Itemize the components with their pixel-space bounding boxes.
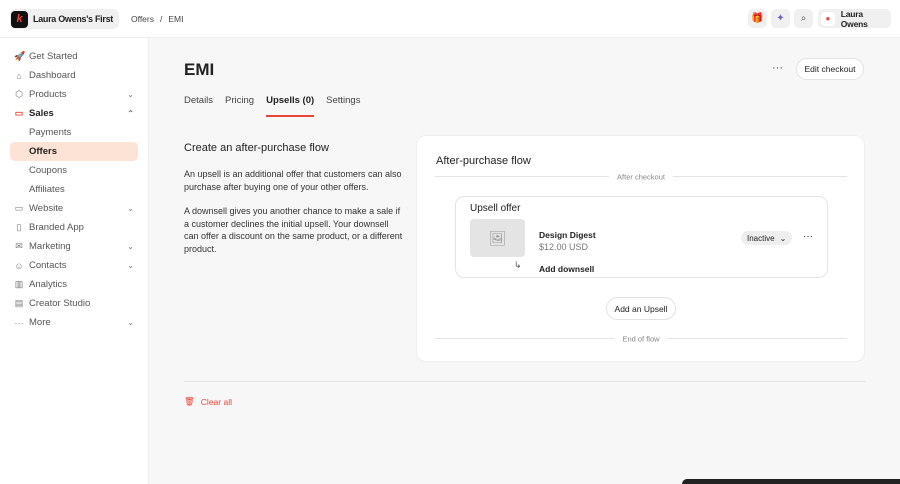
- sidebar-item-branded-app[interactable]: ▯ Branded App: [0, 218, 148, 237]
- sidebar-item-sales[interactable]: ▭ Sales ⌃: [0, 104, 148, 123]
- sidebar-item-contacts[interactable]: ☺ Contacts ⌄: [0, 256, 148, 275]
- sidebar-item-label: More: [29, 317, 51, 328]
- search-icon[interactable]: ⌕: [794, 9, 813, 28]
- workspace-name: Laura Owens's First: [33, 14, 113, 24]
- sidebar-item-label: Products: [29, 89, 67, 100]
- more-options-icon[interactable]: ···: [772, 62, 783, 74]
- sidebar-item-label: Payments: [29, 127, 72, 138]
- sidebar-item-offers[interactable]: Offers: [10, 142, 138, 161]
- sidebar-item-label: Offers: [29, 146, 57, 157]
- upsell-description: An upsell is an additional offer that cu…: [184, 169, 402, 192]
- sidebar-item-label: Website: [29, 203, 64, 214]
- image-placeholder-icon: 🖼: [470, 219, 525, 257]
- edit-checkout-button[interactable]: Edit checkout: [796, 58, 864, 80]
- breadcrumb-current: EMI: [168, 14, 184, 24]
- sidebar-item-get-started[interactable]: 🚀 Get Started: [0, 47, 148, 66]
- calendar-icon: ▤: [14, 298, 24, 308]
- gift-icon[interactable]: 🎁: [748, 9, 767, 28]
- sidebar-item-label: Sales: [29, 108, 54, 119]
- tab-pricing[interactable]: Pricing: [225, 95, 254, 117]
- sidebar-item-more[interactable]: ··· More ⌄: [0, 313, 148, 332]
- chevron-icon[interactable]: ⌄: [127, 318, 134, 327]
- status-dropdown[interactable]: Inactive ⌄: [741, 231, 793, 245]
- breadcrumb-offers[interactable]: Offers: [131, 14, 154, 24]
- user-name: Laura Owens: [840, 8, 868, 29]
- workspace-switcher[interactable]: k Laura Owens's First: [10, 9, 119, 29]
- sidebar-item-label: Analytics: [29, 279, 68, 290]
- tab-details[interactable]: Details: [184, 95, 213, 117]
- sidebar-item-affiliates[interactable]: Affiliates: [0, 180, 148, 199]
- brand-logo: k: [11, 10, 28, 28]
- chevron-icon[interactable]: ⌄: [127, 242, 134, 251]
- user-menu[interactable]: ● Laura Owens: [818, 8, 891, 29]
- chevron-down-icon: ⌄: [779, 233, 787, 243]
- users-icon: ☺: [14, 260, 24, 271]
- breadcrumb: Offers / EMI: [131, 14, 184, 24]
- sidebar-item-marketing[interactable]: ✉ Marketing ⌄: [0, 237, 148, 256]
- sidebar-item-coupons[interactable]: Coupons: [0, 161, 148, 180]
- phone-icon: ▯: [16, 222, 22, 232]
- rocket-icon: 🚀: [14, 51, 26, 61]
- monitor-icon: ▭: [14, 203, 24, 213]
- sidebar-item-label: Get Started: [29, 51, 78, 62]
- downsell-description: A downsell gives you another chance to m…: [184, 206, 403, 254]
- tabs: Details Pricing Upsells (0) Settings: [184, 95, 360, 117]
- add-downsell-button[interactable]: Add downsell: [539, 264, 594, 274]
- after-checkout-label: After checkout: [609, 172, 673, 182]
- arrow-return-icon: ↳: [514, 260, 522, 270]
- upsell-offer-title: Upsell offer: [470, 203, 521, 214]
- sidebar-item-label: Dashboard: [29, 70, 76, 81]
- chevron-icon[interactable]: ⌃: [127, 109, 134, 118]
- home-icon: ⌂: [16, 70, 22, 81]
- sidebar: 🚀 Get Started ⌂ Dashboard ⬡ Products ⌄ ▭ Sales ⌃ P…: [0, 38, 149, 484]
- status-label: Inactive: [747, 233, 775, 243]
- user-icon: ●: [821, 11, 835, 26]
- chevron-icon[interactable]: ⌄: [127, 204, 134, 213]
- chevron-icon[interactable]: ⌄: [127, 90, 134, 99]
- end-of-flow-divider: End of flow: [435, 334, 847, 344]
- upsell-more-icon[interactable]: ···: [803, 231, 813, 242]
- box-icon: ⬡: [15, 89, 23, 99]
- dots-icon: ···: [14, 317, 24, 328]
- divider: [184, 381, 866, 382]
- sidebar-item-label: Branded App: [29, 222, 84, 233]
- clear-all-label: Clear all: [200, 396, 232, 407]
- upsell-offer-card: Upsell offer 🖼 ↳ Design Digest $12.00 US…: [455, 196, 828, 278]
- sidebar-item-label: Marketing: [29, 241, 71, 252]
- tab-upsells[interactable]: Upsells (0): [266, 95, 315, 117]
- breadcrumb-separator: /: [160, 14, 163, 24]
- info-heading: Create an after-purchase flow: [184, 142, 329, 154]
- sidebar-item-label: Affiliates: [29, 184, 65, 195]
- mail-icon: ✉: [15, 241, 23, 251]
- sidebar-item-label: Coupons: [29, 165, 68, 176]
- flow-card: After-purchase flow After checkout Upsel…: [416, 135, 865, 362]
- sidebar-item-label: Contacts: [29, 260, 67, 271]
- tab-settings[interactable]: Settings: [326, 95, 360, 117]
- sidebar-item-label: Creator Studio: [29, 298, 91, 309]
- sidebar-item-products[interactable]: ⬡ Products ⌄: [0, 85, 148, 104]
- top-bar: k Laura Owens's First Offers / EMI 🎁 ✦ ⌕ ●…: [0, 0, 900, 38]
- bottom-panel: [682, 479, 900, 484]
- product-price: $12.00 USD: [539, 242, 589, 252]
- after-checkout-divider: After checkout: [435, 172, 847, 182]
- sidebar-item-website[interactable]: ▭ Website ⌄: [0, 199, 148, 218]
- add-upsell-button[interactable]: Add an Upsell: [606, 297, 676, 320]
- end-of-flow-label: End of flow: [614, 334, 668, 344]
- page-title: EMI: [184, 60, 215, 79]
- sidebar-item-analytics[interactable]: ▥ Analytics: [0, 275, 148, 294]
- sidebar-item-dashboard[interactable]: ⌂ Dashboard: [0, 66, 148, 85]
- sidebar-item-payments[interactable]: Payments: [0, 123, 148, 142]
- chevron-icon[interactable]: ⌄: [127, 261, 134, 270]
- sidebar-item-creator-studio[interactable]: ▤ Creator Studio: [0, 294, 148, 313]
- trash-icon: 🗑: [184, 396, 195, 406]
- chart-icon: ▥: [14, 279, 24, 289]
- card-icon: ▭: [14, 108, 24, 118]
- clear-all-button[interactable]: 🗑 Clear all: [184, 396, 232, 407]
- product-name: Design Digest: [539, 230, 596, 240]
- magic-wand-icon[interactable]: ✦: [771, 9, 790, 28]
- info-panel: Create an after-purchase flow An upsell …: [184, 142, 404, 267]
- flow-title: After-purchase flow: [436, 155, 531, 167]
